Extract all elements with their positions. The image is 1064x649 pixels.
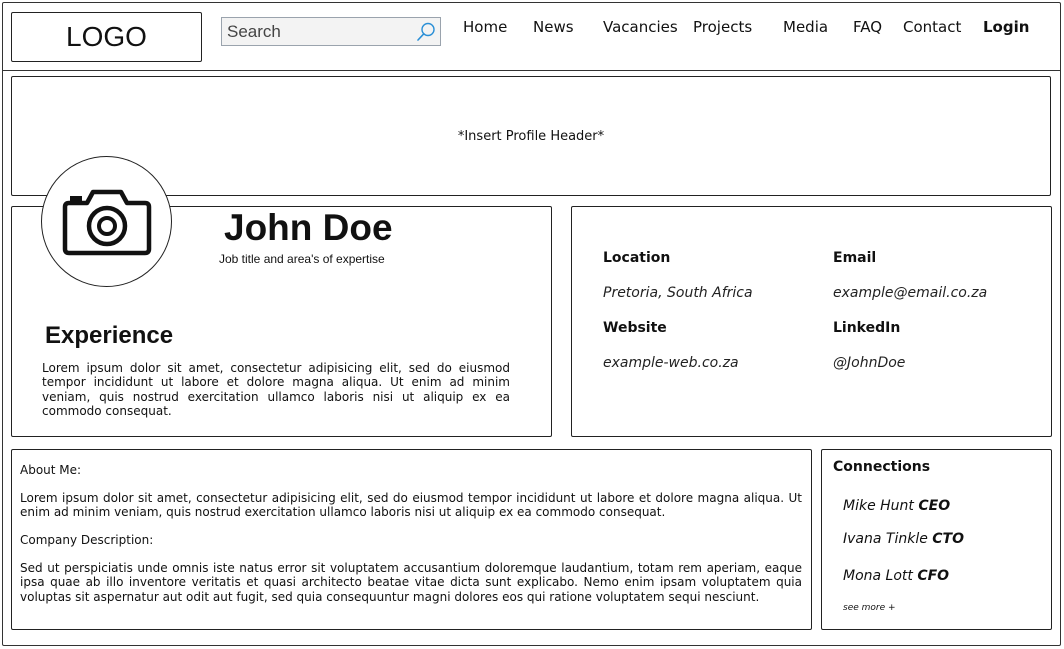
profile-header-placeholder: *Insert Profile Header* [457,129,605,144]
nav-projects[interactable]: Projects [693,18,752,36]
website-value[interactable]: example-web.co.za [603,355,739,371]
email-value[interactable]: example@email.co.za [833,285,987,301]
location-label: Location [603,250,671,266]
avatar[interactable] [41,156,172,287]
about-me-label: About Me: [20,463,82,477]
nav-media[interactable]: Media [783,18,828,36]
profile-name: John Doe [224,207,393,248]
company-description-label: Company Description: [20,533,154,547]
search-box[interactable] [221,17,441,46]
connection-item[interactable]: Mona Lott CFO [843,568,949,584]
connection-role: CEO [918,498,951,514]
nav-faq[interactable]: FAQ [853,18,882,36]
search-icon[interactable] [415,21,437,43]
connection-name: Mike Hunt [843,498,914,514]
company-description-text: Sed ut perspiciatis unde omnis iste natu… [20,561,802,604]
camera-icon [62,189,151,255]
connections-heading: Connections [833,459,931,475]
nav-contact[interactable]: Contact [903,18,961,36]
linkedin-label: LinkedIn [833,320,901,336]
email-label: Email [833,250,877,266]
connection-name: Mona Lott [843,568,913,584]
logo-text: LOGO [66,21,147,52]
logo[interactable]: LOGO [11,12,202,62]
about-me-text: Lorem ipsum dolor sit amet, consectetur … [20,491,802,520]
nav-news[interactable]: News [533,18,574,36]
nav-login[interactable]: Login [983,18,1029,36]
nav-home[interactable]: Home [463,18,507,36]
nav-vacancies[interactable]: Vacancies [603,18,678,36]
connection-role: CFO [917,568,950,584]
see-more-link[interactable]: see more + [843,603,896,613]
location-value: Pretoria, South Africa [603,285,753,301]
experience-text: Lorem ipsum dolor sit amet, consectetur … [42,361,510,418]
connection-item[interactable]: Ivana Tinkle CTO [843,531,964,547]
profile-job-title: Job title and area's of expertise [219,252,385,266]
experience-heading: Experience [45,322,174,349]
header-divider [2,70,1061,71]
connection-role: CTO [932,531,965,547]
linkedin-value[interactable]: @JohnDoe [833,355,905,371]
connection-item[interactable]: Mike Hunt CEO [843,498,950,514]
profile-header-banner: *Insert Profile Header* [11,76,1051,196]
website-label: Website [603,320,667,336]
connection-name: Ivana Tinkle [843,531,928,547]
search-input[interactable] [222,18,417,45]
